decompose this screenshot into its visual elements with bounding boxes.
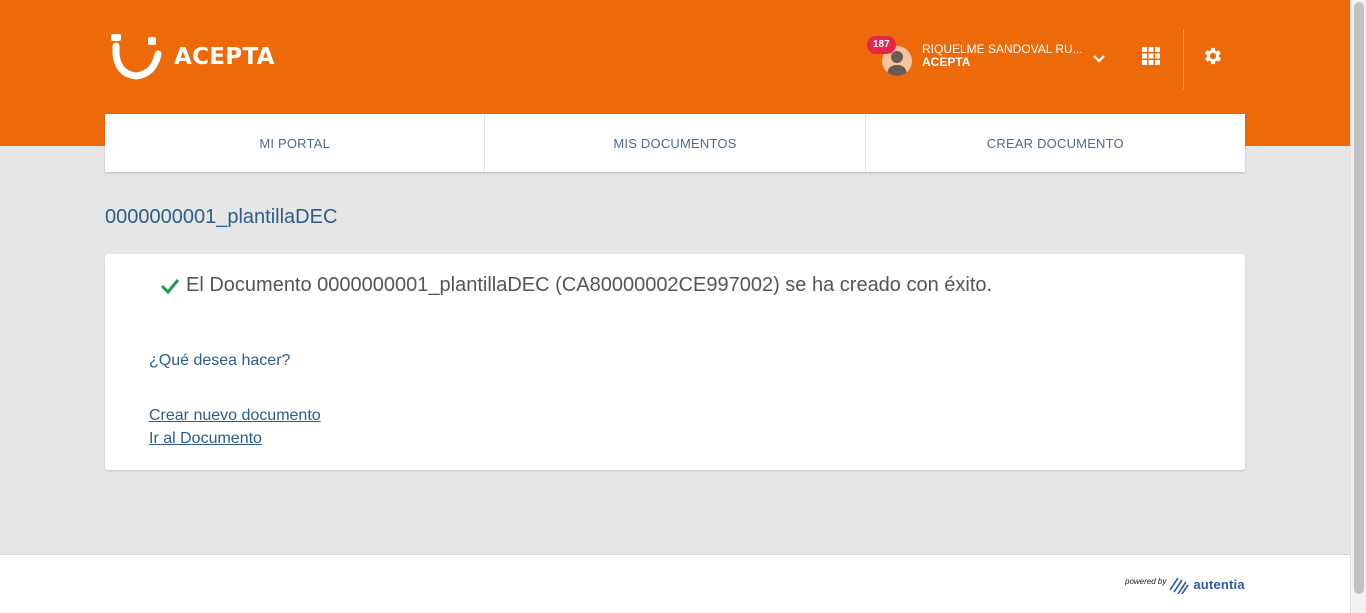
result-card: El Documento 0000000001_plantillaDEC (CA…: [105, 254, 1245, 470]
vertical-scrollbar[interactable]: [1350, 0, 1366, 613]
tab-mis-documentos[interactable]: MIS DOCUMENTOS: [485, 114, 866, 172]
user-org: ACEPTA: [922, 55, 971, 69]
gear-icon[interactable]: [1202, 45, 1224, 67]
main-nav: MI PORTAL MIS DOCUMENTOS CREAR DOCUMENTO: [105, 114, 1245, 172]
check-icon: [160, 278, 180, 294]
scrollbar-thumb[interactable]: [1354, 2, 1364, 594]
tab-crear-documento[interactable]: CREAR DOCUMENTO: [866, 114, 1245, 172]
header-divider: [1183, 29, 1184, 89]
create-new-document-link[interactable]: Crear nuevo documento: [149, 407, 321, 425]
apps-grid-icon[interactable]: [1142, 47, 1160, 65]
success-message: El Documento 0000000001_plantillaDEC (CA…: [160, 274, 992, 297]
go-to-document-link[interactable]: Ir al Documento: [149, 430, 262, 448]
success-text: El Documento 0000000001_plantillaDEC (CA…: [186, 274, 993, 296]
autentia-logo-icon: [1169, 577, 1190, 594]
chevron-down-icon[interactable]: [1091, 51, 1107, 67]
question-text: ¿Qué desea hacer?: [149, 352, 291, 369]
powered-by-label: powered by: [1125, 576, 1167, 586]
powered-by-autentia[interactable]: powered by autentia: [1125, 574, 1245, 594]
smile-logo-icon: [111, 34, 162, 80]
acepta-logo[interactable]: ACEPTA: [108, 34, 275, 80]
notification-badge[interactable]: 187: [867, 36, 896, 54]
autentia-name: autentia: [1193, 576, 1245, 592]
brand-name: ACEPTA: [174, 44, 275, 70]
user-info[interactable]: RIQUELME SANDOVAL RU... ACEPTA: [922, 43, 1083, 69]
page-title: 0000000001_plantillaDEC: [105, 206, 338, 228]
tab-mi-portal[interactable]: MI PORTAL: [105, 114, 486, 172]
